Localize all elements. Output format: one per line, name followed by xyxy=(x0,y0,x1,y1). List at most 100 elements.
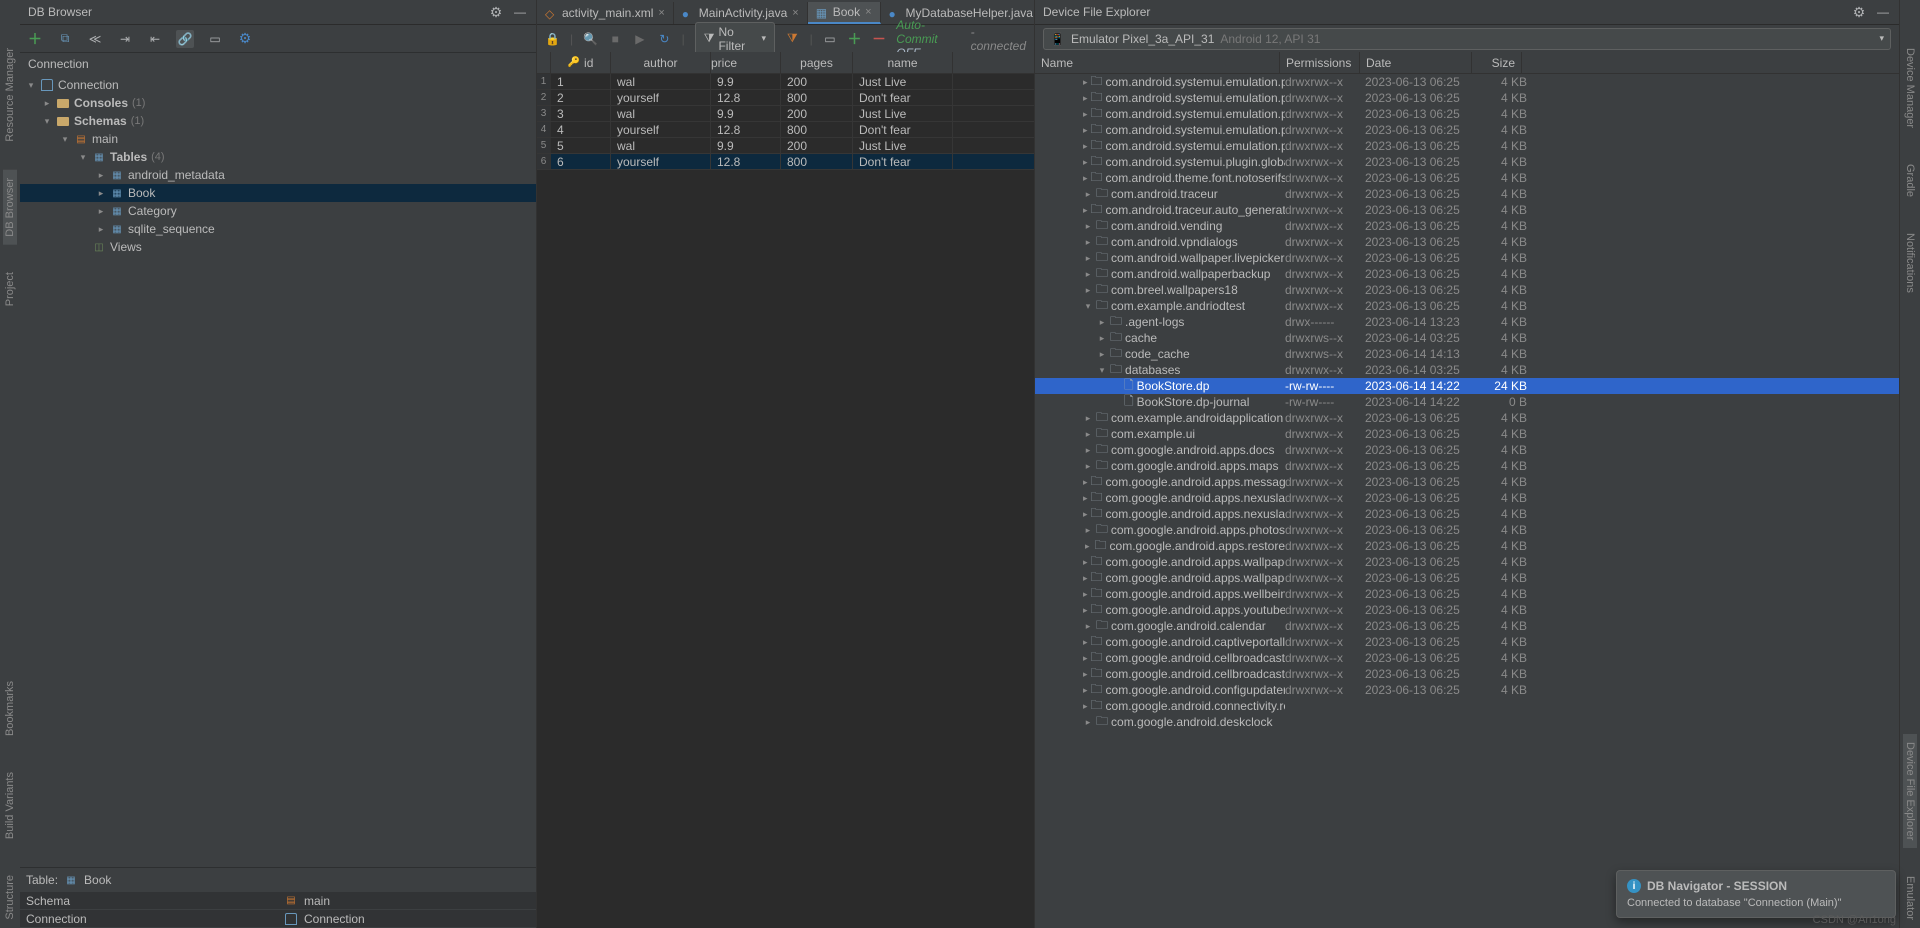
expand-icon[interactable]: ⇤ xyxy=(146,30,164,48)
chevron-icon[interactable]: ▸ xyxy=(1083,493,1088,504)
chevron-icon[interactable]: ▸ xyxy=(1083,637,1088,648)
chevron-icon[interactable]: ▸ xyxy=(1083,205,1088,216)
rail-device-manager[interactable]: Device Manager xyxy=(1903,40,1917,136)
tree-schemas[interactable]: ▾ Schemas (1) xyxy=(20,112,536,130)
col-author[interactable]: author xyxy=(611,52,711,73)
notification-popup[interactable]: i DB Navigator - SESSION Connected to da… xyxy=(1616,870,1896,918)
connection-section-header[interactable]: Connection xyxy=(20,52,536,74)
stop-icon[interactable]: ■ xyxy=(608,31,623,47)
chevron-icon[interactable]: ▾ xyxy=(1097,365,1107,376)
chevron-icon[interactable]: ▸ xyxy=(1083,685,1088,696)
chevron-icon[interactable]: ▸ xyxy=(1097,317,1107,328)
chevron-icon[interactable]: ▸ xyxy=(1083,525,1093,536)
chevron-icon[interactable]: ▸ xyxy=(1097,349,1107,360)
table-row[interactable]: 11wal9.9200Just Live xyxy=(537,74,1034,90)
chevron-icon[interactable]: ▸ xyxy=(1083,669,1088,680)
tree-table-android-metadata[interactable]: ▸▦ android_metadata xyxy=(20,166,536,184)
table-row[interactable]: 33wal9.9200Just Live xyxy=(537,106,1034,122)
rail-bookmarks[interactable]: Bookmarks xyxy=(3,673,17,744)
chevron-icon[interactable]: ▸ xyxy=(1083,509,1088,520)
col-pages[interactable]: pages xyxy=(781,52,853,73)
tree-table-book[interactable]: ▸▦ Book xyxy=(20,184,536,202)
chevron-icon[interactable]: ▸ xyxy=(1083,717,1093,728)
chevron-icon[interactable]: ▸ xyxy=(1083,541,1092,552)
close-icon[interactable]: × xyxy=(658,7,664,19)
chevron-icon[interactable]: ▸ xyxy=(1083,557,1088,568)
col-name[interactable]: name xyxy=(853,52,953,73)
table-row[interactable]: 55wal9.9200Just Live xyxy=(537,138,1034,154)
rail-notifications[interactable]: Notifications xyxy=(1903,225,1917,301)
chevron-icon[interactable]: ▸ xyxy=(1083,573,1088,584)
chevron-icon[interactable]: ▸ xyxy=(1083,125,1088,136)
chevron-icon[interactable]: ▸ xyxy=(1083,93,1088,104)
export-icon[interactable]: ▭ xyxy=(823,31,838,47)
gear-icon[interactable]: ⚙ xyxy=(488,4,504,20)
rail-gradle[interactable]: Gradle xyxy=(1903,156,1917,205)
file-list[interactable]: ▸🗀com.android.systemui.emulation.pixel_3… xyxy=(1035,74,1899,928)
add-row-icon[interactable]: ＋ xyxy=(847,31,862,47)
rail-db-browser[interactable]: DB Browser xyxy=(3,170,17,245)
rail-structure[interactable]: Structure xyxy=(3,867,17,928)
chevron-icon[interactable]: ▸ xyxy=(1083,429,1093,440)
collapse-icon[interactable]: ⇥ xyxy=(116,30,134,48)
chevron-icon[interactable]: ▸ xyxy=(1083,253,1093,264)
file-row[interactable]: ▸🗀com.google.android.deskclock xyxy=(1035,714,1899,730)
settings-icon[interactable]: ⚙ xyxy=(236,30,254,48)
new-connection-icon[interactable]: ＋ xyxy=(26,30,44,48)
tree-views[interactable]: ◫ Views xyxy=(20,238,536,256)
chevron-icon[interactable]: ▸ xyxy=(1083,477,1088,488)
tree-consoles[interactable]: ▸ Consoles (1) xyxy=(20,94,536,112)
tree-connection-root[interactable]: ▾ Connection xyxy=(20,76,536,94)
col-price[interactable]: price xyxy=(711,52,781,73)
chevron-icon[interactable]: ▸ xyxy=(1097,333,1107,344)
chevron-icon[interactable]: ▸ xyxy=(1083,269,1093,280)
fh-name[interactable]: Name xyxy=(1035,52,1280,73)
filter-dropdown[interactable]: ⧩ No Filter ▾ xyxy=(695,22,775,56)
nav-icon[interactable]: ≪ xyxy=(86,30,104,48)
rail-emulator[interactable]: Emulator xyxy=(1903,868,1917,928)
chevron-icon[interactable]: ▸ xyxy=(1083,445,1093,456)
search-icon[interactable]: 🔍 xyxy=(583,31,598,47)
filter-clear-icon[interactable]: ⧩ xyxy=(785,31,800,47)
chevron-icon[interactable]: ▸ xyxy=(1083,701,1088,712)
remove-row-icon[interactable]: － xyxy=(872,31,887,47)
link-icon[interactable]: 🔗 xyxy=(176,30,194,48)
tree-tables[interactable]: ▾▦ Tables (4) xyxy=(20,148,536,166)
rail-project[interactable]: Project xyxy=(3,264,17,314)
table-row[interactable]: 66yourself12.8800Don't fear xyxy=(537,154,1034,170)
rail-resource-manager[interactable]: Resource Manager xyxy=(3,40,17,150)
chevron-icon[interactable]: ▸ xyxy=(1083,413,1093,424)
device-dropdown[interactable]: 📱 Emulator Pixel_3a_API_31 Android 12, A… xyxy=(1043,28,1891,50)
chevron-icon[interactable]: ▸ xyxy=(1083,221,1093,232)
connect-icon[interactable]: ⧉ xyxy=(56,30,74,48)
fh-date[interactable]: Date xyxy=(1360,52,1472,73)
fh-size[interactable]: Size xyxy=(1472,52,1522,73)
refresh-icon[interactable]: ↻ xyxy=(657,31,672,47)
chevron-icon[interactable]: ▸ xyxy=(1083,157,1088,168)
rail-build-variants[interactable]: Build Variants xyxy=(3,764,17,847)
minimize-icon[interactable]: — xyxy=(512,4,528,20)
minimize-icon[interactable]: — xyxy=(1875,4,1891,20)
chevron-icon[interactable]: ▸ xyxy=(1083,109,1088,120)
tree-main[interactable]: ▾▤ main xyxy=(20,130,536,148)
rail-device-file-explorer[interactable]: Device File Explorer xyxy=(1903,734,1917,848)
chevron-icon[interactable]: ▸ xyxy=(1083,621,1093,632)
chevron-icon[interactable]: ▸ xyxy=(1083,141,1088,152)
close-icon[interactable]: × xyxy=(792,7,798,19)
chevron-icon[interactable]: ▸ xyxy=(1083,237,1093,248)
gear-icon[interactable]: ⚙ xyxy=(1851,4,1867,20)
col-id[interactable]: 🔑id xyxy=(551,52,611,73)
close-icon[interactable]: × xyxy=(865,6,871,18)
lock-icon[interactable]: 🔒 xyxy=(545,31,560,47)
console-icon[interactable]: ▭ xyxy=(206,30,224,48)
play-icon[interactable]: ▶ xyxy=(633,31,648,47)
chevron-icon[interactable]: ▸ xyxy=(1083,173,1088,184)
table-row[interactable]: 44yourself12.8800Don't fear xyxy=(537,122,1034,138)
chevron-icon[interactable]: ▾ xyxy=(1083,301,1093,312)
chevron-icon[interactable]: ▸ xyxy=(1083,605,1088,616)
table-row[interactable]: 22yourself12.8800Don't fear xyxy=(537,90,1034,106)
chevron-icon[interactable]: ▸ xyxy=(1083,461,1093,472)
chevron-icon[interactable]: ▸ xyxy=(1083,189,1093,200)
chevron-icon[interactable]: ▸ xyxy=(1083,653,1088,664)
fh-perm[interactable]: Permissions xyxy=(1280,52,1360,73)
